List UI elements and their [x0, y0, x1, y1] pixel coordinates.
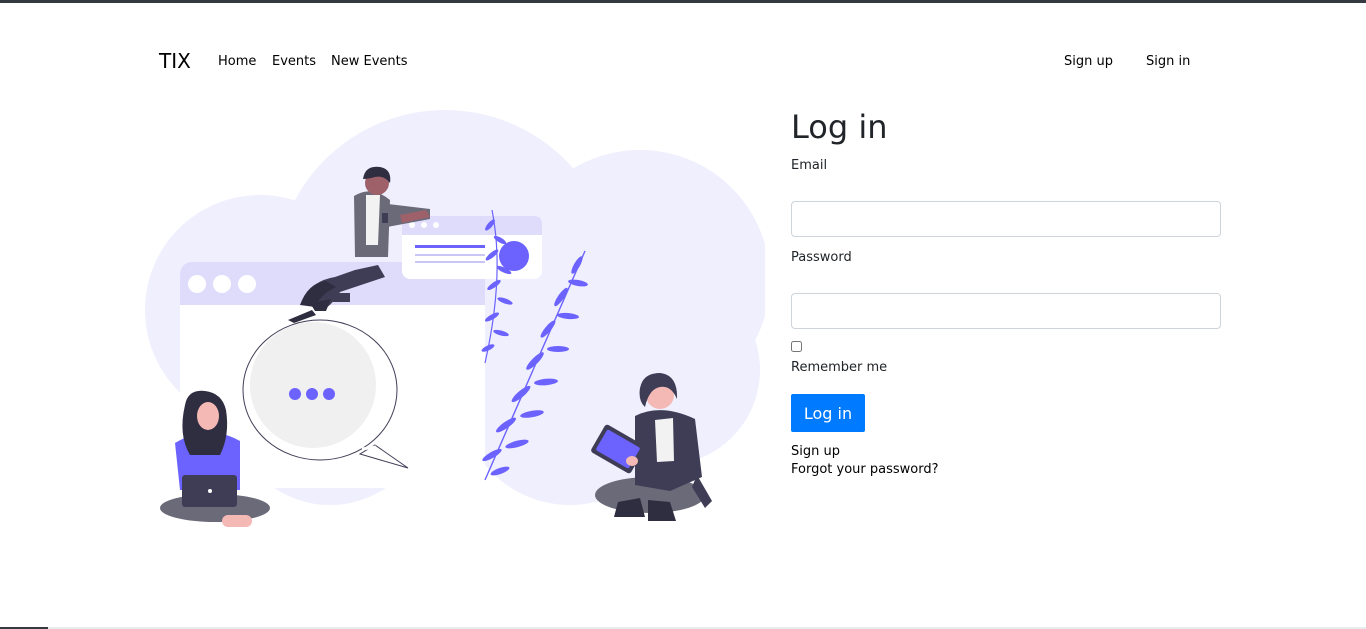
- people-chatting-illustration: [145, 110, 765, 527]
- remember-me-label: Remember me: [791, 360, 888, 375]
- email-label: Email: [791, 158, 828, 173]
- sign-up-link[interactable]: Sign up: [791, 444, 840, 459]
- nav-events[interactable]: Events: [272, 54, 316, 69]
- forgot-password-link[interactable]: Forgot your password?: [791, 462, 939, 477]
- browser-window-small: [402, 216, 542, 279]
- email-field[interactable]: [791, 201, 1221, 237]
- brand-logo[interactable]: TIX: [159, 49, 191, 73]
- login-button[interactable]: Log in: [791, 394, 865, 432]
- page-title: Log in: [791, 108, 888, 146]
- nav-new-events[interactable]: New Events: [331, 54, 408, 69]
- password-field[interactable]: [791, 293, 1221, 329]
- password-label: Password: [791, 250, 852, 265]
- nav-sign-up[interactable]: Sign up: [1064, 54, 1113, 69]
- remember-me-checkbox[interactable]: [791, 341, 802, 352]
- top-border: [0, 0, 1366, 3]
- nav-home[interactable]: Home: [218, 54, 256, 69]
- nav-sign-in[interactable]: Sign in: [1146, 54, 1190, 69]
